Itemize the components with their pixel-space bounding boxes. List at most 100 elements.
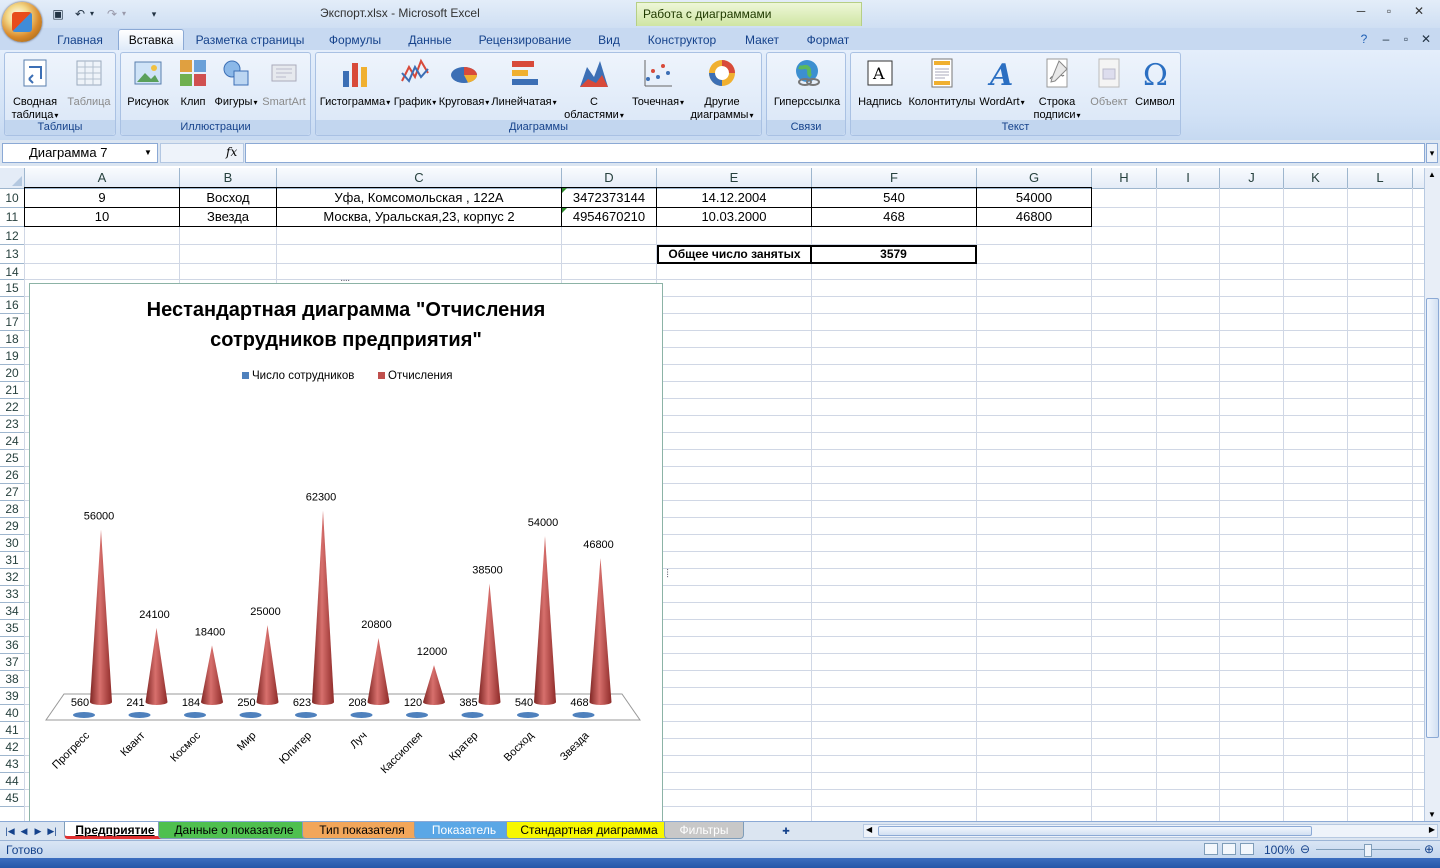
insert-sheet-icon[interactable]: ✚ (778, 824, 794, 838)
scroll-down-icon[interactable]: ▼ (1428, 810, 1436, 819)
row-header-23[interactable]: 23 (0, 416, 25, 433)
text-box-button[interactable]: A Надпись (853, 57, 907, 109)
select-all-corner[interactable] (0, 168, 25, 188)
row-header-21[interactable]: 21 (0, 382, 25, 399)
row-header-16[interactable]: 16 (0, 297, 25, 314)
tab-page-layout[interactable]: Разметка страницы (190, 31, 310, 50)
other-charts-button[interactable]: Другие диаграммы (686, 57, 758, 122)
row-header-37[interactable]: 37 (0, 654, 25, 671)
page-layout-view-icon[interactable] (1222, 843, 1236, 855)
scroll-left-icon[interactable]: ◀ (866, 825, 872, 834)
row-header-41[interactable]: 41 (0, 722, 25, 739)
column-header-A[interactable]: A (25, 168, 180, 188)
bar-chart-button[interactable]: Линейчатая (490, 57, 558, 109)
header-footer-button[interactable]: Колонтитулы (907, 57, 977, 109)
column-header-E[interactable]: E (657, 168, 812, 188)
vertical-scroll-thumb[interactable] (1426, 298, 1439, 738)
row-header-30[interactable]: 30 (0, 535, 25, 552)
cell-F11[interactable]: 468 (811, 207, 977, 227)
zoom-in-icon[interactable]: ⊕ (1424, 842, 1434, 856)
tab-review[interactable]: Рецензирование (472, 31, 578, 50)
cell-C10[interactable]: Уфа, Комсомольская , 122А (276, 187, 562, 208)
name-box[interactable]: Диаграмма 7 (2, 143, 158, 163)
sheet-tab-3[interactable]: Показатель (414, 822, 514, 839)
scatter-chart-button[interactable]: Точечная (630, 57, 686, 109)
last-sheet-icon[interactable]: ▶| (46, 824, 58, 838)
row-header-11[interactable]: 11 (0, 208, 25, 227)
doc-close-icon[interactable]: ✕ (1418, 31, 1434, 47)
wordart-button[interactable]: A WordArt (977, 57, 1027, 109)
tab-layout[interactable]: Макет (734, 31, 790, 50)
column-header-B[interactable]: B (180, 168, 277, 188)
row-header-14[interactable]: 14 (0, 264, 25, 280)
row-header-29[interactable]: 29 (0, 518, 25, 535)
doc-minimize-icon[interactable]: – (1378, 31, 1394, 47)
clip-art-button[interactable]: Клип (173, 57, 213, 109)
area-chart-button[interactable]: С областями (558, 57, 630, 122)
row-header-27[interactable]: 27 (0, 484, 25, 501)
tab-formulas[interactable]: Формулы (322, 31, 388, 50)
row-header-12[interactable]: 12 (0, 227, 25, 245)
line-chart-button[interactable]: График (392, 57, 438, 109)
worksheet-grid[interactable]: ABCDEFGHIJKL 10 11 12 13 14 15 16 17 18 19 20 21 22 2… (0, 168, 1424, 821)
error-indicator-icon[interactable] (562, 188, 567, 193)
hyperlink-button[interactable]: Гиперссылка (769, 57, 845, 109)
picture-button[interactable]: Рисунок (123, 57, 173, 109)
row-header-20[interactable]: 20 (0, 365, 25, 382)
column-chart-button[interactable]: Гистограмма (318, 57, 392, 109)
cell-A10[interactable]: 9 (24, 187, 180, 208)
symbol-button[interactable]: Ω Символ (1131, 57, 1179, 109)
row-header-42[interactable]: 42 (0, 739, 25, 756)
row-header-39[interactable]: 39 (0, 688, 25, 705)
shapes-button[interactable]: Фигуры (213, 57, 259, 109)
row-header-19[interactable]: 19 (0, 348, 25, 365)
scroll-right-icon[interactable]: ▶ (1429, 825, 1435, 834)
cell-B11[interactable]: Звезда (179, 207, 277, 227)
row-header-35[interactable]: 35 (0, 620, 25, 637)
table-button[interactable]: Таблица (63, 57, 115, 109)
zoom-out-icon[interactable]: ⊖ (1300, 842, 1310, 856)
row-header-18[interactable]: 18 (0, 331, 25, 348)
row-header-32[interactable]: 32 (0, 569, 25, 586)
row-header-45[interactable]: 45 (0, 790, 25, 807)
row-header-31[interactable]: 31 (0, 552, 25, 569)
row-header-24[interactable]: 24 (0, 433, 25, 450)
column-header-H[interactable]: H (1092, 168, 1157, 188)
row-header-28[interactable]: 28 (0, 501, 25, 518)
cell-D10[interactable]: 3472373144 (561, 187, 657, 208)
tab-design[interactable]: Конструктор (642, 31, 722, 50)
scroll-up-icon[interactable]: ▲ (1428, 170, 1436, 179)
horizontal-scroll-thumb[interactable] (878, 826, 1312, 836)
first-sheet-icon[interactable]: |◀ (4, 824, 16, 838)
total-value-cell[interactable]: 3579 (810, 245, 977, 264)
undo-dropdown-icon[interactable]: ▾ (88, 6, 96, 22)
restore-icon[interactable]: ▫ (1378, 4, 1400, 20)
normal-view-icon[interactable] (1204, 843, 1218, 855)
row-header-17[interactable]: 17 (0, 314, 25, 331)
close-icon[interactable]: ✕ (1408, 4, 1430, 20)
column-header-I[interactable]: I (1157, 168, 1220, 188)
row-header-10[interactable]: 10 (0, 188, 25, 208)
redo-icon[interactable]: ↷ (104, 6, 120, 22)
redo-dropdown-icon[interactable]: ▾ (120, 6, 128, 22)
page-break-view-icon[interactable] (1240, 843, 1254, 855)
cell-D11[interactable]: 4954670210 (561, 207, 657, 227)
smartart-button[interactable]: SmartArt (259, 57, 309, 109)
horizontal-scrollbar[interactable]: ◀ ▶ (863, 824, 1438, 838)
tab-format[interactable]: Формат (800, 31, 856, 50)
cell-A11[interactable]: 10 (24, 207, 180, 227)
sheet-tab-0[interactable]: Предприятие (64, 822, 166, 839)
cell-F10[interactable]: 540 (811, 187, 977, 208)
row-header-40[interactable]: 40 (0, 705, 25, 722)
chart-object[interactable]: Нестандартная диаграмма "Отчисления сотру… (29, 283, 663, 821)
signature-line-button[interactable]: Строка подписи (1027, 57, 1087, 122)
row-header-15[interactable]: 15 (0, 280, 25, 297)
vertical-scrollbar[interactable]: ▲ ▼ (1424, 168, 1440, 821)
help-icon[interactable]: ? (1356, 31, 1372, 47)
row-header-43[interactable]: 43 (0, 756, 25, 773)
tab-data[interactable]: Данные (400, 31, 460, 50)
tab-insert[interactable]: Вставка (118, 29, 184, 51)
tab-view[interactable]: Вид (590, 31, 628, 50)
row-header-36[interactable]: 36 (0, 637, 25, 654)
column-header-C[interactable]: C (277, 168, 562, 188)
